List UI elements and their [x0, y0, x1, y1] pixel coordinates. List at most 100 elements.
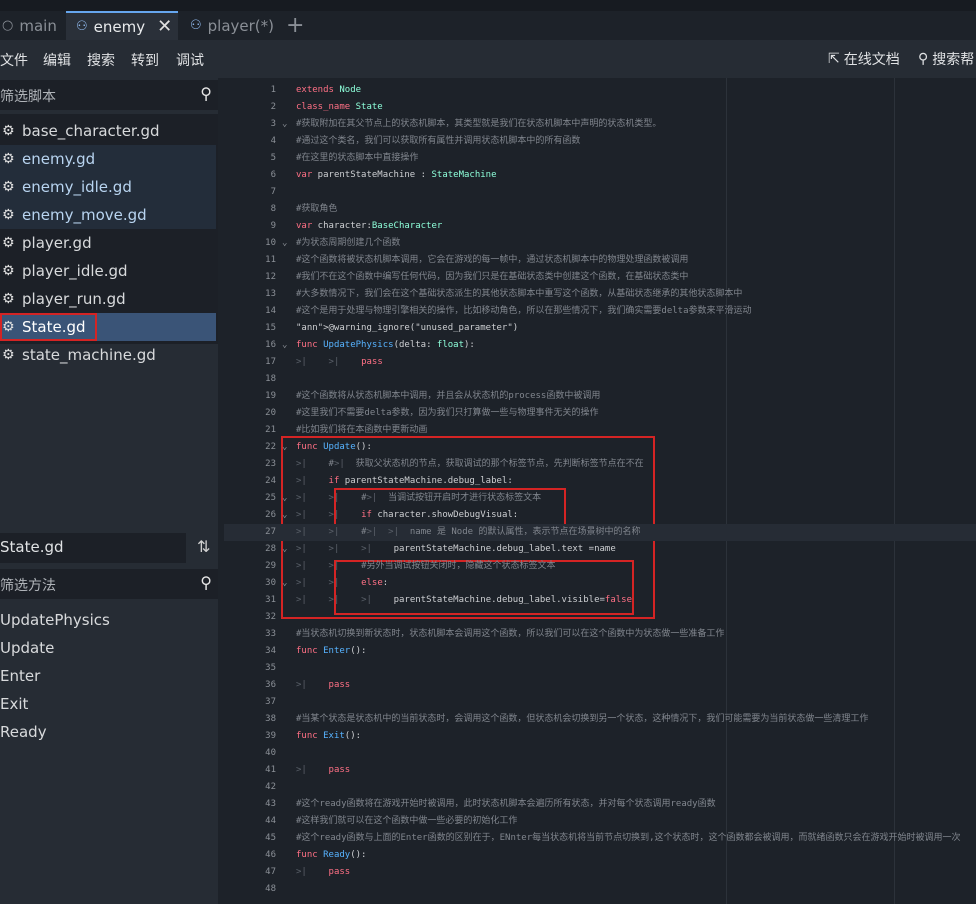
code-line[interactable]: 9 var character:BaseCharacter — [224, 218, 976, 235]
code-line[interactable]: 27 >| >| #>| >| name 是 Node 的默认属性，表示节点在场景… — [224, 524, 976, 541]
code-text: var character:BaseCharacter — [296, 221, 443, 231]
fold-arrow-icon[interactable]: ⌄ — [282, 575, 287, 592]
code-line[interactable]: 15 "ann">@warning_ignore("unused_paramete… — [224, 320, 976, 337]
code-line[interactable]: 41 >| pass — [224, 762, 976, 779]
menu-debug[interactable]: 调试 — [176, 50, 204, 70]
code-line[interactable]: 44 #这样我们就可以在这个函数中做一些必要的初始化工作 — [224, 813, 976, 830]
code-line[interactable]: 18 — [224, 371, 976, 388]
menu-search[interactable]: 搜索 — [87, 50, 115, 70]
code-editor[interactable]: 1 extends Node 2 class_name State 3 ⌄ #获取附加在其父… — [224, 78, 976, 904]
search-help-button[interactable]: ⚲ 搜索帮 — [918, 49, 974, 69]
code-line[interactable]: 40 — [224, 745, 976, 762]
menu-edit[interactable]: 编辑 — [43, 50, 71, 70]
code-line[interactable]: 1 extends Node — [224, 82, 976, 99]
code-line[interactable]: 42 — [224, 779, 976, 796]
code-line[interactable]: 31 >| >| >| parentStateMachine.debug_labe… — [224, 592, 976, 609]
code-line[interactable]: 3 ⌄ #获取附加在其父节点上的状态机脚本，其类型就是我们在状态机脚本中声明的状态机… — [224, 116, 976, 133]
list-item[interactable]: ⚙ player_run.gd — [0, 285, 216, 313]
code-line[interactable]: 46 func Ready(): — [224, 847, 976, 864]
code-line[interactable]: 25 ⌄ >| >| #>| 当调试按钮开启时才进行状态标签文本 — [224, 490, 976, 507]
list-item[interactable]: ⚙ base_character.gd — [0, 117, 216, 145]
code-line[interactable]: 2 class_name State — [224, 99, 976, 116]
code-line[interactable]: 33 #当状态机切换到新状态时，状态机脚本会调用这个函数，所以我们可以在这个函数中… — [224, 626, 976, 643]
code-text: #这里我们不需要delta参数，因为我们只打算做一些与物理事件无关的操作 — [296, 408, 599, 418]
code-line[interactable]: 26 ⌄ >| >| if character.showDebugVisual: — [224, 507, 976, 524]
code-text: #为状态周期创建几个函数 — [296, 238, 401, 248]
fold-arrow-icon[interactable]: ⌄ — [282, 490, 287, 507]
tab-main[interactable]: ○ main — [0, 11, 64, 40]
line-number: 27 — [265, 527, 276, 537]
line-number: 32 — [265, 612, 276, 622]
code-line[interactable]: 47 >| pass — [224, 864, 976, 881]
code-line[interactable]: 8 #获取角色 — [224, 201, 976, 218]
code-line[interactable]: 19 #这个函数将从状态机脚本中调用，并且会从状态机的process函数中被调用 — [224, 388, 976, 405]
line-number: 21 — [265, 425, 276, 435]
code-line[interactable]: 12 #我们不在这个函数中编写任何代码，因为我们只是在基础状态类中创建这个函数，在… — [224, 269, 976, 286]
line-number: 20 — [265, 408, 276, 418]
list-item[interactable]: ⚙ player.gd — [0, 229, 216, 257]
list-item[interactable]: ⚙ state_machine.gd — [0, 341, 216, 369]
fold-arrow-icon[interactable]: ⌄ — [282, 507, 287, 524]
list-item[interactable]: Enter — [0, 667, 40, 685]
list-item[interactable]: Update — [0, 639, 54, 657]
list-item[interactable]: ⚙ player_idle.gd — [0, 257, 216, 285]
list-item[interactable]: Ready — [0, 723, 47, 741]
fold-arrow-icon[interactable]: ⌄ — [282, 337, 287, 354]
fold-arrow-icon[interactable]: ⌄ — [282, 235, 287, 252]
line-number: 17 — [265, 357, 276, 367]
code-line[interactable]: 48 — [224, 881, 976, 898]
method-filter-input[interactable]: 筛选方法 ⚲ — [0, 569, 218, 599]
fold-arrow-icon[interactable]: ⌄ — [282, 439, 287, 456]
code-line[interactable]: 39 func Exit(): — [224, 728, 976, 745]
list-item-selected[interactable]: ⚙ State.gd — [0, 313, 216, 341]
code-line[interactable]: 36 >| pass — [224, 677, 976, 694]
code-line[interactable]: 6 var parentStateMachine : StateMachine — [224, 167, 976, 184]
fold-arrow-icon[interactable]: ⌄ — [282, 541, 287, 558]
code-line[interactable]: 10 ⌄ #为状态周期创建几个函数 — [224, 235, 976, 252]
code-text: >| >| if character.showDebugVisual: — [296, 510, 519, 520]
tab-enemy[interactable]: ⚇ enemy ✕ — [66, 11, 178, 40]
script-filter-input[interactable]: 筛选脚本 ⚲ — [0, 80, 218, 110]
code-line[interactable]: 21 #比如我们将在本函数中更新动画 — [224, 422, 976, 439]
code-line[interactable]: 16 ⌄ func UpdatePhysics(delta: float): — [224, 337, 976, 354]
menu-goto[interactable]: 转到 — [131, 50, 159, 70]
code-line[interactable]: 22 ⌄ func Update(): — [224, 439, 976, 456]
code-line[interactable]: 43 #这个ready函数将在游戏开始时被调用，此时状态机脚本会遍历所有状态，并对… — [224, 796, 976, 813]
code-line[interactable]: 4 #通过这个类名，我们可以获取所有属性并调用状态机脚本中的所有函数 — [224, 133, 976, 150]
code-line[interactable]: 23 >| #>| 获取父状态机的节点，获取调试的那个标签节点，先判断标签节点在不… — [224, 456, 976, 473]
gear-icon: ⚙ — [2, 347, 15, 363]
code-line[interactable]: 24 >| if parentStateMachine.debug_label: — [224, 473, 976, 490]
code-line[interactable]: 7 — [224, 184, 976, 201]
code-line[interactable]: 29 >| >| #另外当调试按钮关闭时，隐藏这个状态标签文本 — [224, 558, 976, 575]
list-item[interactable]: UpdatePhysics — [0, 611, 110, 629]
line-number: 11 — [265, 255, 276, 265]
code-line[interactable]: 37 — [224, 694, 976, 711]
menu-file[interactable]: 文件 — [0, 50, 28, 70]
code-line[interactable]: 14 #这个是用于处理与物理引擎相关的操作，比如移动角色，所以在那些情况下，我们确… — [224, 303, 976, 320]
code-line[interactable]: 11 #这个函数将被状态机脚本调用，它会在游戏的每一帧中，通过状态机脚本中的物理处… — [224, 252, 976, 269]
code-line[interactable]: 34 func Enter(): — [224, 643, 976, 660]
online-docs-button[interactable]: ⇱ 在线文档 — [828, 49, 900, 69]
list-item[interactable]: Exit — [0, 695, 28, 713]
code-line[interactable]: 45 #这个ready函数与上面的Enter函数的区别在于，ENnter每当状态机… — [224, 830, 976, 847]
close-icon[interactable]: ✕ — [157, 16, 172, 37]
sort-icon[interactable]: ⇅ — [197, 537, 210, 556]
code-line[interactable]: 17 >| >| pass — [224, 354, 976, 371]
list-item[interactable]: ⚙ enemy_move.gd — [0, 201, 216, 229]
add-tab-button[interactable]: + — [286, 11, 304, 40]
code-line[interactable]: 32 — [224, 609, 976, 626]
code-line[interactable]: 13 #大多数情况下，我们会在这个基础状态派生的其他状态脚本中重写这个函数，从基础… — [224, 286, 976, 303]
list-item[interactable]: ⚙ enemy_idle.gd — [0, 173, 216, 201]
code-text: #这个是用于处理与物理引擎相关的操作，比如移动角色，所以在那些情况下，我们确实需… — [296, 306, 752, 316]
code-line[interactable]: 5 #在这里的状态脚本中直接操作 — [224, 150, 976, 167]
code-line[interactable]: 30 ⌄ >| >| else: — [224, 575, 976, 592]
code-line[interactable]: 20 #这里我们不需要delta参数，因为我们只打算做一些与物理事件无关的操作 — [224, 405, 976, 422]
tab-player[interactable]: ⚇ player(*) — [180, 11, 280, 40]
fold-arrow-icon[interactable]: ⌄ — [282, 116, 287, 133]
list-item[interactable]: ⚙ enemy.gd — [0, 145, 216, 173]
gear-icon: ⚙ — [2, 291, 15, 307]
code-line[interactable]: 38 #当某个状态是状态机中的当前状态时，会调用这个函数，但状态机会切换到另一个状… — [224, 711, 976, 728]
code-line[interactable]: 35 — [224, 660, 976, 677]
code-line[interactable]: 28 ⌄ >| >| >| parentStateMachine.debug_lab… — [224, 541, 976, 558]
current-script-name: State.gd — [0, 533, 186, 563]
